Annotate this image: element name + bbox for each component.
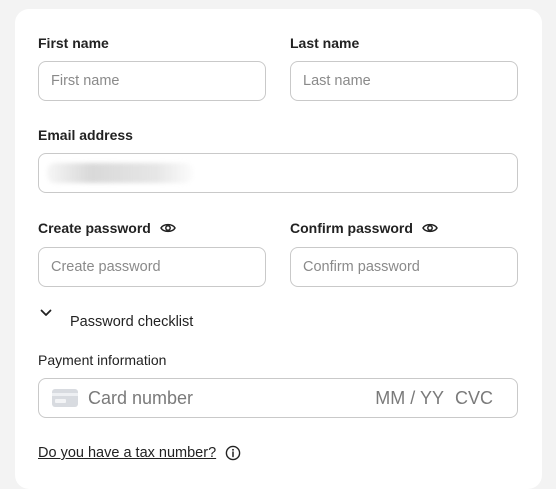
- create-password-input[interactable]: Create password: [38, 247, 266, 287]
- signup-form-card: First name First name Last name Last nam…: [15, 9, 542, 489]
- confirm-password-input[interactable]: Confirm password: [290, 247, 518, 287]
- last-name-input[interactable]: Last name: [290, 61, 518, 101]
- eye-icon[interactable]: [422, 222, 438, 234]
- info-icon[interactable]: [225, 445, 241, 461]
- first-name-label: First name: [38, 35, 109, 51]
- first-name-placeholder: First name: [51, 73, 120, 89]
- card-number-placeholder: Card number: [88, 387, 194, 408]
- email-value-redacted: [47, 163, 193, 183]
- create-password-label: Create password: [38, 220, 176, 236]
- email-input[interactable]: [38, 153, 518, 193]
- last-name-label: Last name: [290, 35, 360, 51]
- tax-number-link[interactable]: Do you have a tax number?: [38, 445, 241, 461]
- confirm-password-placeholder: Confirm password: [303, 259, 420, 275]
- password-checklist-toggle[interactable]: Password checklist: [70, 314, 193, 330]
- confirm-password-label: Confirm password: [290, 220, 438, 236]
- card-expiry-cvc-group: MM / YY CVC: [375, 379, 493, 417]
- chevron-down-icon[interactable]: [40, 309, 52, 317]
- credit-card-icon: [52, 389, 78, 407]
- email-label: Email address: [38, 127, 133, 143]
- card-expiry-input[interactable]: MM / YY: [375, 388, 444, 409]
- payment-info-label: Payment information: [38, 352, 167, 368]
- create-password-placeholder: Create password: [51, 259, 161, 275]
- card-number-input[interactable]: Card number MM / YY CVC: [38, 378, 518, 418]
- eye-icon[interactable]: [159, 222, 176, 234]
- card-cvc-input[interactable]: CVC: [455, 388, 493, 409]
- last-name-placeholder: Last name: [303, 73, 371, 89]
- first-name-input[interactable]: First name: [38, 61, 266, 101]
